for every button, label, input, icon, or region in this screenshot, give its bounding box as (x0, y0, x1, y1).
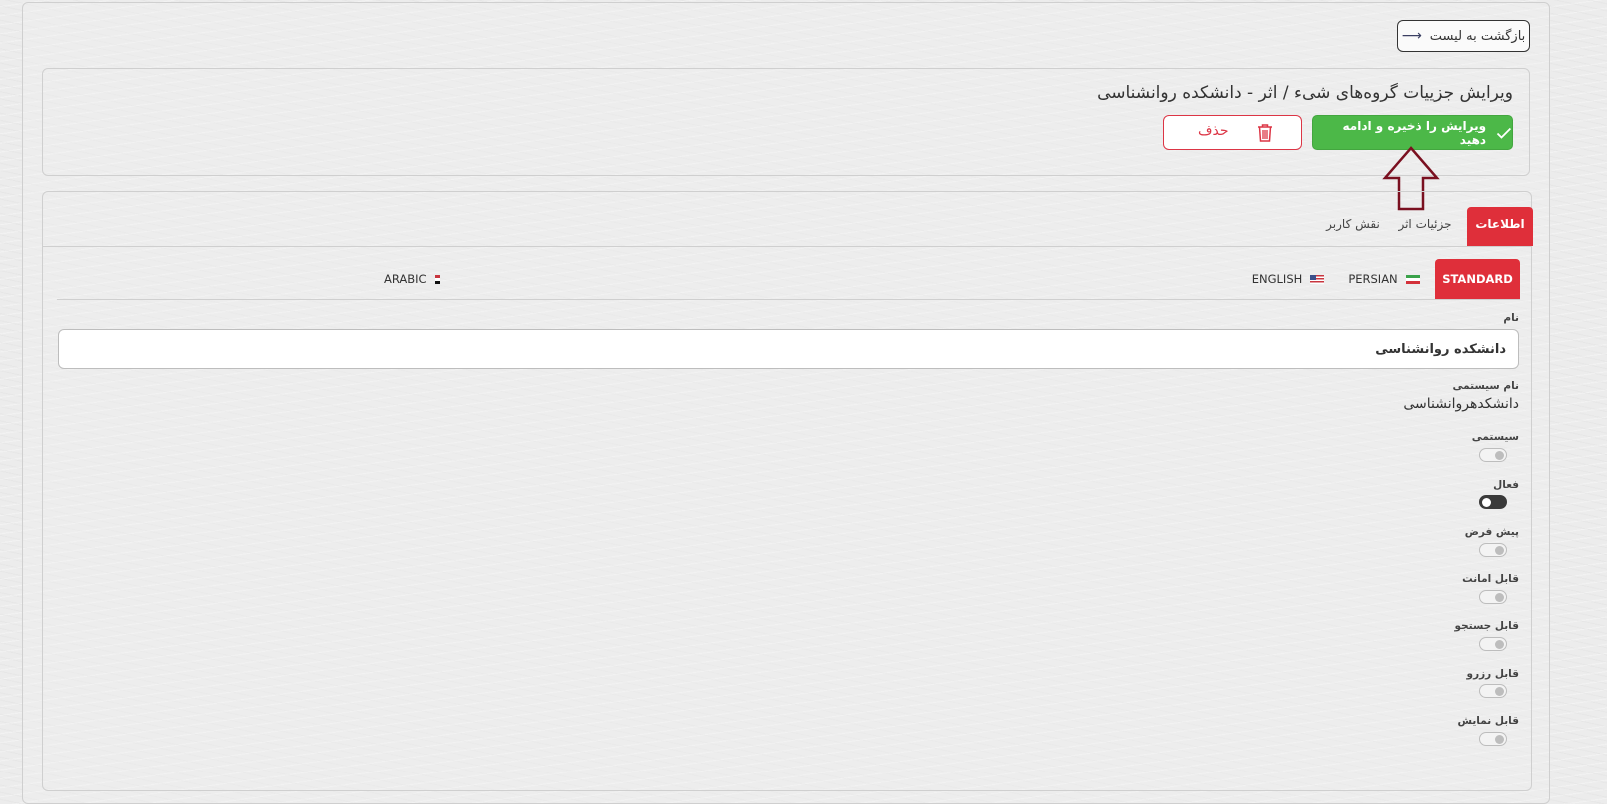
tabs-divider (43, 246, 1531, 247)
lang-tab-standard-label: STANDARD (1442, 272, 1513, 286)
system-toggle[interactable] (1479, 448, 1507, 462)
system-name-value: دانشکدهروانشناسی (1403, 396, 1519, 412)
system-name-label: نام سیستمی (1452, 380, 1519, 392)
back-to-list-button[interactable]: بازگشت به لیست ⟶ (1397, 20, 1530, 52)
lendable-toggle-label: قابل امانت (1462, 573, 1519, 585)
lang-tab-persian-label: PERSIAN (1348, 272, 1398, 286)
egypt-flag-icon (434, 274, 440, 284)
iran-flag-icon (1405, 274, 1420, 284)
lang-tab-standard[interactable]: STANDARD (1435, 259, 1520, 299)
displayable-toggle[interactable] (1479, 732, 1507, 746)
active-toggle-label: فعال (1493, 479, 1519, 491)
default-toggle[interactable] (1479, 543, 1507, 557)
arrow-right-icon: ⟶ (1401, 28, 1422, 44)
reservable-toggle[interactable] (1479, 684, 1507, 698)
searchable-toggle[interactable] (1479, 637, 1507, 651)
tab-info[interactable]: اطلاعات (1467, 207, 1533, 246)
lendable-toggle[interactable] (1479, 590, 1507, 604)
tab-artwork-details[interactable]: جزئیات اثر (1397, 207, 1453, 246)
lang-tab-english[interactable]: ENGLISH (1248, 259, 1328, 299)
lang-tabs-divider (57, 299, 1520, 300)
lang-tab-persian[interactable]: PERSIAN (1345, 259, 1423, 299)
usa-flag-icon (1310, 274, 1325, 284)
header-card: ویرایش جزییات گروه‌های شیء / اثر - دانشک… (42, 68, 1530, 176)
name-label: نام (1503, 312, 1519, 324)
displayable-toggle-label: قابل نمایش (1457, 715, 1520, 727)
save-and-continue-label: ویرایش را ذخیره و ادامه دهید (1342, 118, 1487, 147)
searchable-toggle-label: قابل جستجو (1454, 620, 1519, 632)
tab-user-role[interactable]: نقش کاربر (1322, 207, 1384, 246)
save-and-continue-button[interactable]: ویرایش را ذخیره و ادامه دهید (1312, 115, 1513, 150)
system-toggle-label: سیستمی (1471, 431, 1519, 443)
delete-button[interactable]: حذف (1163, 115, 1302, 150)
lang-tab-arabic[interactable]: ARABIC (384, 259, 440, 299)
trash-icon (1258, 124, 1272, 142)
lang-tab-english-label: ENGLISH (1251, 272, 1303, 286)
reservable-toggle-label: قابل رزرو (1466, 668, 1519, 680)
lang-tab-arabic-label: ARABIC (384, 272, 427, 286)
check-icon (1496, 127, 1512, 139)
delete-label: حذف (1198, 123, 1229, 139)
active-toggle[interactable] (1479, 495, 1507, 509)
default-toggle-label: پیش فرض (1464, 526, 1519, 538)
page-title: ویرایش جزییات گروه‌های شیء / اثر - دانشک… (1097, 83, 1513, 103)
back-to-list-label: بازگشت به لیست (1429, 28, 1526, 44)
name-input[interactable] (58, 329, 1519, 369)
